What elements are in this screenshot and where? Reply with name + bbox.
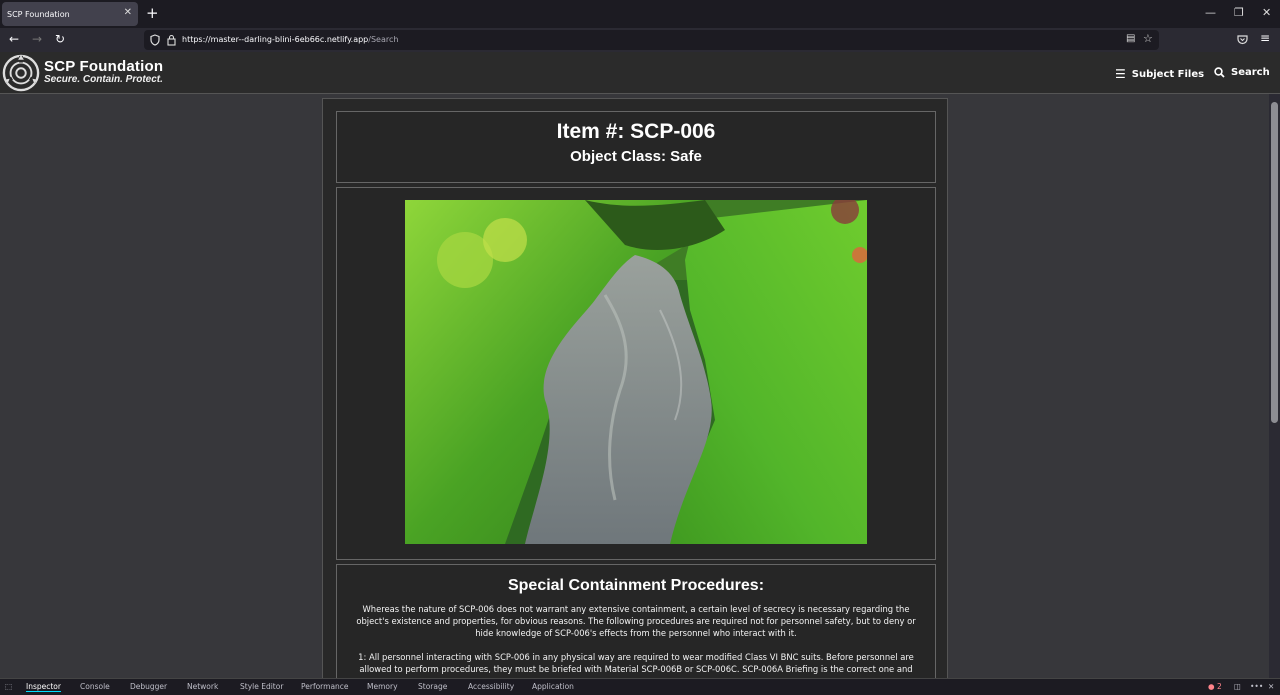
url-bar[interactable]: https://master--darling-blini-6eb66c.net… [144, 30, 1159, 50]
search-icon [1214, 67, 1225, 78]
browser-tab[interactable]: SCP Foundation ✕ [2, 2, 138, 26]
brand-title: SCP Foundation [44, 58, 164, 75]
devtools-tab-application[interactable]: Application [532, 682, 574, 691]
brand[interactable]: SCP Foundation Secure. Contain. Protect. [44, 58, 163, 85]
error-count-badge[interactable]: ● 2 [1208, 682, 1222, 691]
nav-search[interactable]: Search [1214, 67, 1270, 78]
procedures-heading: Special Containment Procedures: [507, 577, 765, 594]
scrollbar-thumb[interactable] [1271, 102, 1278, 423]
devtools-tab-style-editor[interactable]: Style Editor [240, 682, 283, 691]
procedures-paragraph-1: Whereas the nature of SCP-006 does not w… [356, 604, 916, 638]
document-panel: Item #: SCP-006 Object Class: Safe Speci… [322, 98, 948, 694]
hamburger-icon: ☰ [1115, 67, 1126, 81]
reload-icon[interactable]: ↻ [55, 32, 65, 46]
page-scrollbar[interactable] [1269, 94, 1280, 678]
devtools-tab-storage[interactable]: Storage [418, 682, 447, 691]
menu-icon[interactable]: ≡ [1260, 31, 1270, 45]
tab-title: SCP Foundation [7, 9, 70, 19]
minimize-icon[interactable]: — [1205, 6, 1216, 19]
brand-subtitle: Secure. Contain. Protect. [44, 74, 163, 85]
error-count: 2 [1216, 682, 1222, 691]
nav-subject-files-label: Subject Files [1131, 68, 1205, 80]
object-class: Object Class: Safe [570, 148, 702, 165]
forward-icon[interactable]: → [32, 32, 42, 46]
shield-icon[interactable] [150, 34, 160, 46]
url-text: https://master--darling-blini-6eb66c.net… [182, 35, 398, 44]
lock-icon[interactable] [167, 34, 176, 46]
scp-logo-icon[interactable] [2, 54, 40, 92]
close-devtools-icon[interactable]: ✕ [1268, 682, 1274, 691]
restore-icon[interactable]: ❐ [1234, 6, 1244, 19]
nav-search-label: Search [1231, 67, 1270, 78]
browser-tab-bar: SCP Foundation ✕ + — ❐ ✕ [0, 0, 1280, 28]
devtools-tab-memory[interactable]: Memory [367, 682, 398, 691]
new-tab-icon[interactable]: + [146, 4, 159, 22]
image-card [336, 187, 936, 560]
stream-photo [405, 200, 867, 544]
devtools-tab-accessibility[interactable]: Accessibility [468, 682, 514, 691]
item-header-card: Item #: SCP-006 Object Class: Safe [336, 111, 936, 183]
star-icon[interactable]: ☆ [1143, 32, 1153, 45]
nav-subject-files[interactable]: ☰ Subject Files [1115, 67, 1204, 81]
browser-nav-bar: ← → ↻ https://master--darling-blini-6eb6… [0, 28, 1280, 52]
devtools-tab-debugger[interactable]: Debugger [130, 682, 167, 691]
site-header: SCP Foundation Secure. Contain. Protect.… [0, 52, 1280, 94]
devtools-tab-network[interactable]: Network [187, 682, 218, 691]
close-tab-icon[interactable]: ✕ [124, 7, 132, 18]
back-icon[interactable]: ← [9, 32, 19, 46]
reader-icon[interactable]: ▤ [1126, 33, 1135, 44]
url-path: /Search [368, 35, 399, 44]
procedures-paragraph-2: 1: All personnel interacting with SCP-00… [358, 652, 914, 674]
close-window-icon[interactable]: ✕ [1262, 6, 1271, 19]
url-host: https://master--darling-blini-6eb66c.net… [182, 35, 369, 44]
devtools-tab-inspector[interactable]: Inspector [26, 682, 61, 692]
pocket-icon[interactable] [1237, 34, 1248, 45]
procedures-card: Special Containment Procedures: Whereas … [336, 564, 936, 694]
pick-element-icon[interactable]: ⬚ [5, 682, 12, 691]
devtools-tab-console[interactable]: Console [80, 682, 110, 691]
more-options-icon[interactable]: ••• [1250, 682, 1263, 691]
devtools-toolbar: ⬚ Inspector Console Debugger Network Sty… [0, 678, 1280, 695]
item-number: Item #: SCP-006 [556, 120, 716, 143]
dock-icon[interactable]: ◫ [1234, 682, 1241, 691]
devtools-tab-performance[interactable]: Performance [301, 682, 349, 691]
